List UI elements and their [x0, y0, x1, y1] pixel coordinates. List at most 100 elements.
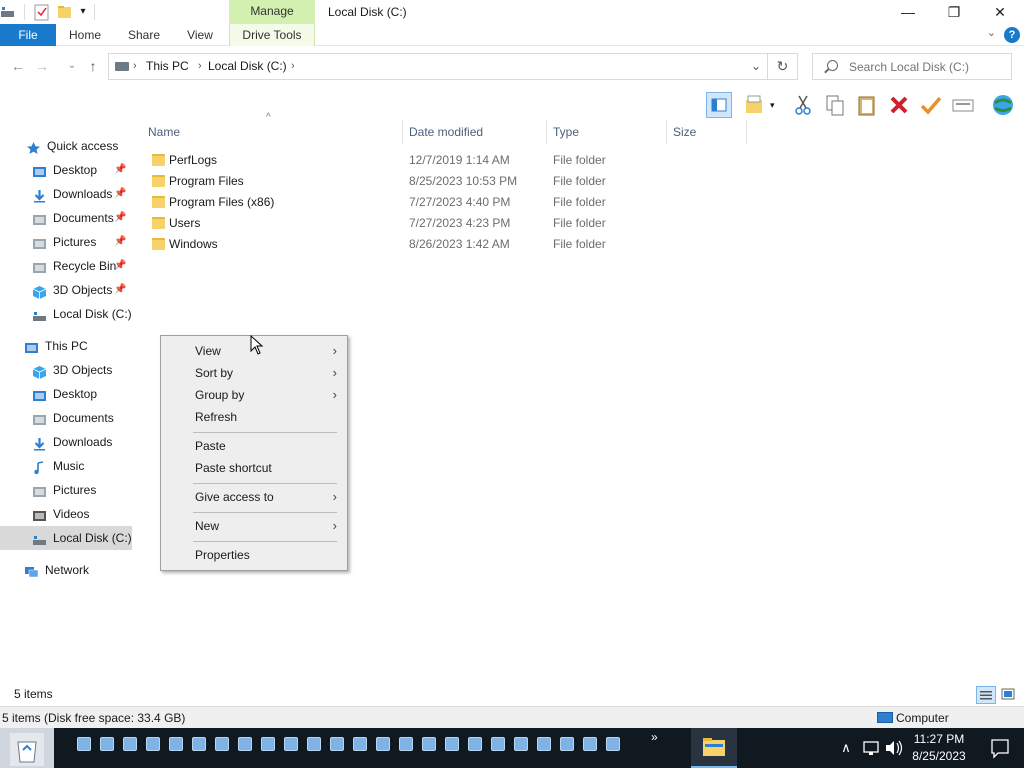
- nav-item[interactable]: Local Disk (C:): [0, 526, 132, 550]
- breadcrumb-separator[interactable]: ›: [133, 54, 137, 79]
- breadcrumb-separator[interactable]: ›: [198, 54, 202, 79]
- taskbar-app-icon[interactable]: [353, 737, 367, 751]
- taskbar-app-icon[interactable]: [330, 737, 344, 751]
- volume-tray-icon[interactable]: [883, 728, 905, 768]
- show-hidden-icons-button[interactable]: ∧: [836, 728, 856, 768]
- recycle-bin-desktop-icon[interactable]: [0, 728, 54, 768]
- taskbar-app-icon[interactable]: [100, 737, 114, 751]
- properties-icon[interactable]: [742, 92, 768, 118]
- column-header-date-modified[interactable]: Date modified: [403, 120, 547, 144]
- forward-button[interactable]: →: [32, 56, 52, 76]
- paste-icon[interactable]: [854, 92, 880, 118]
- taskbar-app-icon[interactable]: [583, 737, 597, 751]
- refresh-button[interactable]: ↻: [768, 53, 798, 80]
- file-row[interactable]: Windows 8/26/2023 1:42 AM File folder: [144, 234, 744, 255]
- address-dropdown-icon[interactable]: ⌄: [751, 54, 761, 79]
- context-menu-sort-by[interactable]: Sort by ›: [163, 362, 345, 384]
- large-icons-view-icon[interactable]: [999, 686, 1019, 704]
- tab-manage[interactable]: Manage: [229, 0, 315, 24]
- details-view-icon[interactable]: [976, 686, 996, 704]
- recent-locations-button[interactable]: ⌄: [62, 56, 82, 76]
- taskbar-app-icon[interactable]: [491, 737, 505, 751]
- taskbar-app-icon[interactable]: [514, 737, 528, 751]
- delete-icon[interactable]: [886, 92, 912, 118]
- context-menu-group-by[interactable]: Group by ›: [163, 384, 345, 406]
- taskbar-app-icon[interactable]: [284, 737, 298, 751]
- drive-properties-icon[interactable]: [0, 3, 18, 21]
- taskbar-app-icon[interactable]: [123, 737, 137, 751]
- nav-item[interactable]: Local Disk (C:): [0, 302, 132, 326]
- file-row[interactable]: Users 7/27/2023 4:23 PM File folder: [144, 213, 744, 234]
- taskbar-app-icon[interactable]: [169, 737, 183, 751]
- file-row[interactable]: Program Files 8/25/2023 10:53 PM File fo…: [144, 171, 744, 192]
- column-header-name[interactable]: Name: [142, 120, 403, 144]
- file-row[interactable]: PerfLogs 12/7/2019 1:14 AM File folder: [144, 150, 744, 171]
- taskbar-app-icon[interactable]: [146, 737, 160, 751]
- close-button[interactable]: ✕: [977, 0, 1023, 24]
- search-box[interactable]: [812, 53, 1012, 80]
- taskbar-app-icon[interactable]: [422, 737, 436, 751]
- nav-item[interactable]: Videos: [0, 502, 132, 526]
- expand-ribbon-chevron-icon[interactable]: ⌄: [987, 26, 996, 39]
- taskbar-app-icon[interactable]: [399, 737, 413, 751]
- taskbar-app-icon[interactable]: [215, 737, 229, 751]
- nav-item[interactable]: Pictures 📌: [0, 230, 132, 254]
- context-menu-properties[interactable]: Properties: [163, 544, 345, 566]
- nav-item[interactable]: Downloads: [0, 430, 132, 454]
- search-input[interactable]: [849, 54, 1009, 79]
- breadcrumb-this-pc[interactable]: This PC: [146, 54, 189, 79]
- taskbar-app-icon[interactable]: [238, 737, 252, 751]
- help-icon[interactable]: ?: [1004, 27, 1020, 43]
- taskbar-clock[interactable]: 11:27 PM 8/25/2023: [904, 731, 974, 765]
- nav-item[interactable]: Downloads 📌: [0, 182, 132, 206]
- taskbar-app-icon[interactable]: [77, 737, 91, 751]
- nav-item[interactable]: Desktop: [0, 382, 132, 406]
- context-menu-give-access-to[interactable]: Give access to ›: [163, 486, 345, 508]
- nav-item[interactable]: Documents 📌: [0, 206, 132, 230]
- network-tray-icon[interactable]: [860, 728, 882, 768]
- new-folder-icon[interactable]: [56, 3, 74, 21]
- taskbar-app-icon[interactable]: [468, 737, 482, 751]
- taskbar-app-icon[interactable]: [606, 737, 620, 751]
- taskbar-app-icon[interactable]: [192, 737, 206, 751]
- cut-icon[interactable]: [790, 92, 816, 118]
- nav-item[interactable]: 3D Objects 📌: [0, 278, 132, 302]
- nav-item[interactable]: Documents: [0, 406, 132, 430]
- file-explorer-taskbar-button[interactable]: [691, 728, 737, 768]
- restore-button[interactable]: ❐: [931, 0, 977, 24]
- nav-item[interactable]: Recycle Bin 📌: [0, 254, 132, 278]
- taskbar-app-icon[interactable]: [537, 737, 551, 751]
- taskbar-app-icon[interactable]: [560, 737, 574, 751]
- nav-item[interactable]: Music: [0, 454, 132, 478]
- nav-item[interactable]: This PC: [0, 334, 132, 358]
- up-button[interactable]: ↑: [83, 56, 103, 76]
- nav-item[interactable]: Pictures: [0, 478, 132, 502]
- preview-pane-icon[interactable]: [706, 92, 732, 118]
- column-header-type[interactable]: Type: [547, 120, 667, 144]
- context-menu-refresh[interactable]: Refresh: [163, 406, 345, 428]
- nav-item[interactable]: Network: [0, 558, 132, 582]
- select-all-icon[interactable]: [950, 92, 976, 118]
- nav-item[interactable]: Desktop 📌: [0, 158, 132, 182]
- tab-home[interactable]: Home: [60, 24, 110, 46]
- taskbar-app-icon[interactable]: [307, 737, 321, 751]
- column-header-size[interactable]: Size: [667, 120, 747, 144]
- breadcrumb-separator[interactable]: ›: [291, 54, 295, 79]
- properties-check-icon[interactable]: [33, 3, 51, 21]
- tab-view[interactable]: View: [178, 24, 222, 46]
- taskbar-overflow-chevron[interactable]: »: [651, 730, 658, 744]
- taskbar-app-icon[interactable]: [376, 737, 390, 751]
- taskbar-app-icon[interactable]: [445, 737, 459, 751]
- rename-check-icon[interactable]: [918, 92, 944, 118]
- breadcrumb-local-disk[interactable]: Local Disk (C:): [208, 54, 287, 79]
- tab-share[interactable]: Share: [118, 24, 170, 46]
- taskbar-app-icon[interactable]: [261, 737, 275, 751]
- nav-item[interactable]: 3D Objects: [0, 358, 132, 382]
- context-menu-paste-shortcut[interactable]: Paste shortcut: [163, 457, 345, 479]
- action-center-icon[interactable]: [976, 728, 1024, 768]
- tab-drive-tools[interactable]: Drive Tools: [229, 24, 315, 46]
- minimize-button[interactable]: —: [885, 0, 931, 24]
- map-network-drive-icon[interactable]: [990, 92, 1016, 118]
- customize-quick-access-icon[interactable]: ▾: [74, 3, 92, 21]
- context-menu-new[interactable]: New ›: [163, 515, 345, 537]
